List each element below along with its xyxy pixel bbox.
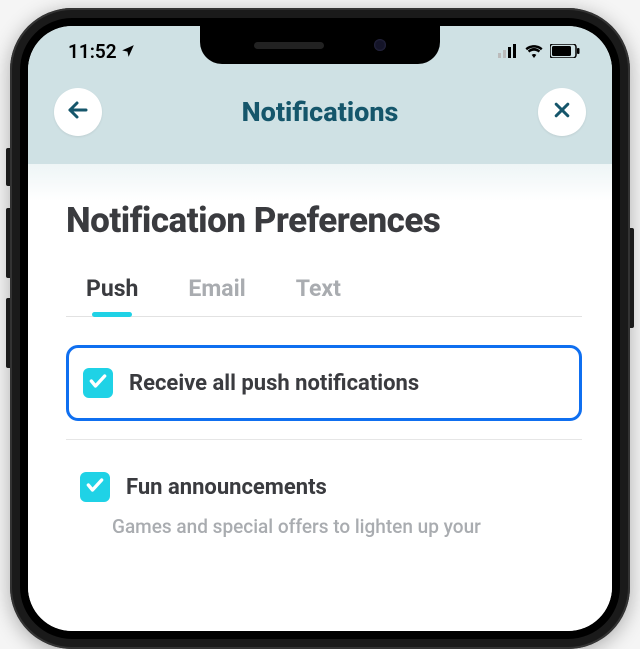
volume-down-button [6,298,10,368]
option-fun-announcements[interactable]: Fun announcements [66,450,582,524]
option-label: Fun announcements [126,475,327,500]
divider [66,439,582,440]
phone-frame: 11:52 [10,8,630,649]
option-label: Receive all push notifications [129,371,419,396]
notch [200,26,440,64]
checkbox-receive-all[interactable] [83,368,113,398]
tab-email[interactable]: Email [188,275,245,316]
volume-up-button [6,208,10,278]
power-button [630,228,634,328]
tab-text[interactable]: Text [296,275,341,316]
header-title: Notifications [242,96,399,128]
side-button [6,148,10,186]
content: Notification Preferences Push Email Text… [28,164,612,631]
check-icon [88,371,108,395]
back-button[interactable] [54,88,102,136]
status-time: 11:52 [68,40,117,63]
tab-push[interactable]: Push [86,275,138,316]
battery-icon [550,40,580,63]
option-receive-all[interactable]: Receive all push notifications [66,345,582,421]
page-title: Notification Preferences [66,200,582,241]
screen: 11:52 [28,26,612,631]
option-description: Games and special offers to lighten up y… [112,514,582,541]
header: Notifications [28,76,612,164]
arrow-left-icon [66,98,90,126]
check-icon [85,475,105,499]
wifi-icon [524,40,544,63]
close-icon [552,100,572,124]
tabs: Push Email Text [66,275,582,317]
close-button[interactable] [538,88,586,136]
checkbox-fun[interactable] [80,472,110,502]
location-icon [121,40,135,63]
cellular-icon [498,40,518,63]
